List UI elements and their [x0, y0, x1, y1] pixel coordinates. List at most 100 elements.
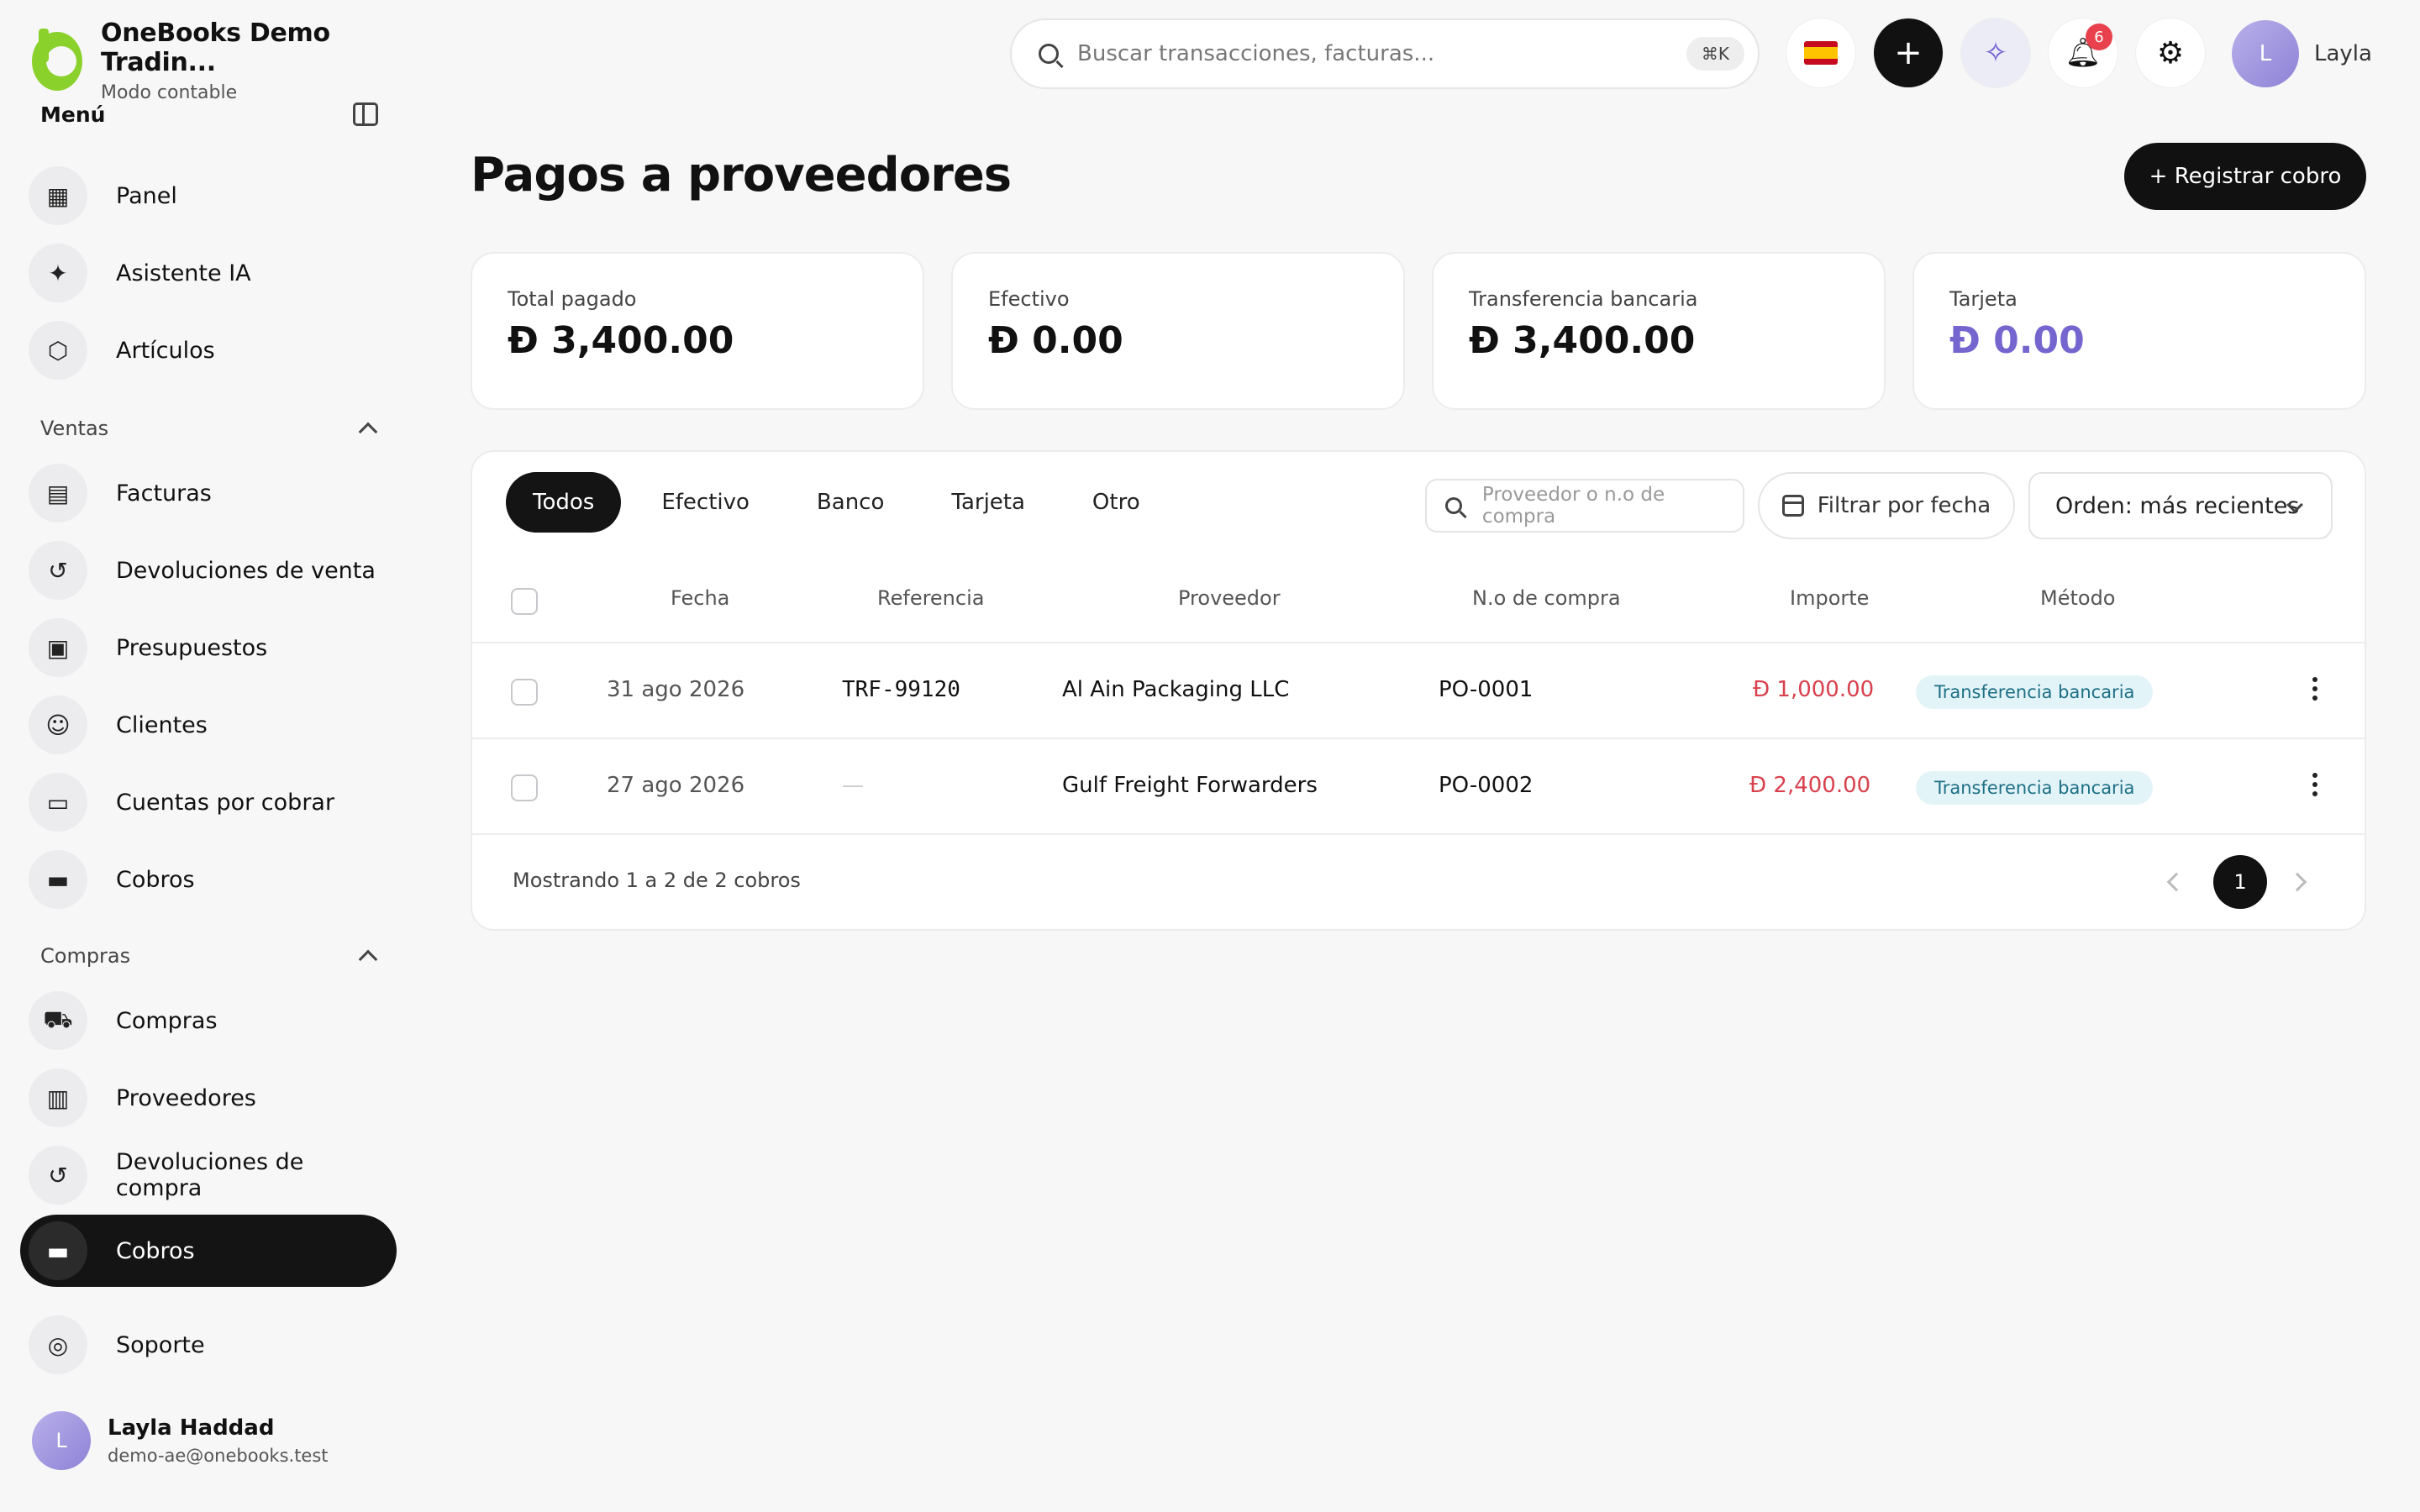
more-actions-icon[interactable]: [2312, 773, 2317, 798]
row-checkbox[interactable]: [511, 774, 538, 801]
sidebar-item-label: Devoluciones de venta: [116, 557, 376, 584]
column-header-reference[interactable]: Referencia: [877, 586, 984, 610]
sidebar-item-quotes[interactable]: ▣ Presupuestos: [20, 612, 397, 684]
sidebar-item-label: Soporte: [116, 1331, 205, 1358]
table-row[interactable]: 31 ago 2026 TRF-99120 Al Ain Packaging L…: [472, 642, 2365, 738]
sidebar-item-suppliers[interactable]: ▥ Proveedores: [20, 1062, 397, 1134]
sidebar-item-purchases[interactable]: ⛟ Compras: [20, 984, 397, 1057]
gear-icon: ⚙: [2156, 35, 2185, 71]
tab-other[interactable]: Otro: [1065, 472, 1167, 533]
row-po[interactable]: PO-0002: [1439, 773, 1533, 798]
sidebar-item-label: Devoluciones de compra: [115, 1149, 304, 1201]
sidebar-item-sales-payments[interactable]: ▬ Cobros: [20, 843, 397, 916]
table-row[interactable]: 27 ago 2026 — Gulf Freight Forwarders PO…: [472, 738, 2365, 833]
sidebar-item-articles[interactable]: ⬡ Artículos: [20, 314, 397, 386]
undo-icon: ↺: [29, 1146, 87, 1205]
sidebar-item-support[interactable]: ◎ Soporte: [20, 1309, 397, 1381]
select-all-checkbox[interactable]: [511, 588, 538, 615]
more-actions-icon[interactable]: [2312, 677, 2317, 702]
card-icon: ▬: [29, 850, 87, 909]
stat-value: Đ 0.00: [1949, 319, 2085, 362]
users-icon: ☺: [29, 696, 87, 754]
global-search-input[interactable]: Buscar transacciones, facturas... ⌘K: [1010, 18, 1760, 89]
method-tabs: Todos Efectivo Banco Tarjeta Otro: [506, 472, 1181, 533]
ai-assistant-button[interactable]: ✧: [1961, 18, 2030, 87]
sidebar-item-invoices[interactable]: ▤ Facturas: [20, 457, 397, 529]
stat-label: Tarjeta: [1949, 287, 2018, 311]
results-summary: Mostrando 1 a 2 de 2 cobros: [513, 869, 801, 892]
sparkle-icon: ✦: [29, 244, 87, 302]
row-supplier[interactable]: Al Ain Packaging LLC: [1062, 677, 1289, 702]
document-icon: ▤: [29, 464, 87, 522]
sidebar-item-label: Cuentas por cobrar: [116, 789, 335, 816]
avatar: L: [2232, 20, 2299, 87]
row-po[interactable]: PO-0001: [1439, 677, 1533, 702]
top-user-menu[interactable]: L Layla: [2232, 20, 2372, 87]
building-icon: ▥: [29, 1068, 87, 1127]
wallet-icon: ▭: [29, 773, 87, 832]
user-card[interactable]: L Layla Haddad demo-ae@onebooks.test: [32, 1411, 329, 1470]
payments-panel: Todos Efectivo Banco Tarjeta Otro Provee…: [471, 450, 2366, 931]
row-checkbox[interactable]: [511, 679, 538, 706]
create-button[interactable]: +: [1874, 18, 1943, 87]
language-button[interactable]: [1786, 18, 1855, 87]
notification-badge: 6: [2086, 24, 2112, 50]
column-header-amount[interactable]: Importe: [1790, 586, 1869, 610]
row-reference: —: [842, 773, 864, 798]
row-amount: Đ 1,000.00: [1753, 677, 1875, 702]
tab-bank[interactable]: Banco: [790, 472, 911, 533]
row-date: 31 ago 2026: [607, 677, 745, 702]
register-payment-button[interactable]: + Registrar cobro: [2124, 143, 2366, 210]
chevron-up-icon[interactable]: [358, 422, 378, 442]
stat-label: Transferencia bancaria: [1469, 287, 1698, 311]
sidebar-item-supplier-payments[interactable]: ▬ Cobros: [20, 1215, 397, 1287]
column-header-date[interactable]: Fecha: [671, 586, 729, 610]
column-header-po[interactable]: N.o de compra: [1472, 586, 1621, 610]
sidebar-item-sales-returns[interactable]: ↺ Devoluciones de venta: [20, 534, 397, 606]
column-header-supplier[interactable]: Proveedor: [1178, 586, 1281, 610]
tab-all[interactable]: Todos: [506, 472, 622, 533]
stat-value: Đ 3,400.00: [1469, 319, 1696, 362]
stat-label: Efectivo: [988, 287, 1070, 311]
date-filter-button[interactable]: Filtrar por fecha: [1758, 472, 2015, 539]
sidebar-item-receivables[interactable]: ▭ Cuentas por cobrar: [20, 766, 397, 838]
brand[interactable]: OneBooks Demo Tradin... Modo contable: [32, 18, 403, 103]
onebooks-logo-icon: [32, 28, 83, 91]
sort-select[interactable]: Orden: más recientes: [2028, 472, 2333, 539]
column-header-method[interactable]: Método: [2040, 586, 2115, 610]
stat-card-card: Tarjeta Đ 0.00: [1912, 252, 2366, 410]
grid-icon: ▦: [29, 166, 87, 225]
sidebar-item-purchase-returns[interactable]: ↺ Devoluciones de compra: [20, 1139, 397, 1211]
row-supplier[interactable]: Gulf Freight Forwarders: [1062, 773, 1318, 798]
sidebar: OneBooks Demo Tradin... Modo contable Me…: [0, 0, 403, 1512]
chevron-left-icon[interactable]: [2166, 872, 2186, 892]
avatar: L: [32, 1411, 91, 1470]
notifications-button[interactable]: 🔔︎ 6: [2049, 18, 2118, 87]
box-icon: ⬡: [29, 321, 87, 380]
chevron-up-icon[interactable]: [358, 949, 378, 969]
search-icon: [1039, 44, 1059, 64]
settings-button[interactable]: ⚙: [2136, 18, 2205, 87]
sidebar-collapse-icon[interactable]: [353, 102, 378, 126]
cart-icon: ⛟: [29, 991, 87, 1050]
brand-name: OneBooks Demo Tradin...: [101, 18, 330, 77]
page-button-current[interactable]: 1: [2213, 855, 2267, 909]
section-title-purchases[interactable]: Compras: [40, 944, 130, 968]
tab-cash[interactable]: Efectivo: [634, 472, 776, 533]
card-icon: ▬: [29, 1221, 87, 1280]
supplier-search-input[interactable]: Proveedor o n.o de compra: [1425, 479, 1744, 533]
chevron-right-icon[interactable]: [2287, 872, 2307, 892]
sidebar-item-ai-assistant[interactable]: ✦ Asistente IA: [20, 237, 397, 309]
sidebar-item-label: Cobros: [116, 866, 195, 893]
sidebar-item-customers[interactable]: ☺ Clientes: [20, 689, 397, 761]
tab-card[interactable]: Tarjeta: [924, 472, 1052, 533]
menu-title: Menú: [40, 102, 106, 127]
lifebuoy-icon: ◎: [29, 1315, 87, 1374]
spain-flag-icon: [1804, 41, 1838, 65]
user-email: demo-ae@onebooks.test: [108, 1446, 329, 1466]
sidebar-item-panel[interactable]: ▦ Panel: [20, 160, 397, 232]
section-title-sales[interactable]: Ventas: [40, 417, 108, 440]
brand-mode: Modo contable: [101, 82, 238, 103]
row-reference: TRF-99120: [842, 677, 960, 702]
user-name: Layla Haddad: [108, 1415, 275, 1441]
